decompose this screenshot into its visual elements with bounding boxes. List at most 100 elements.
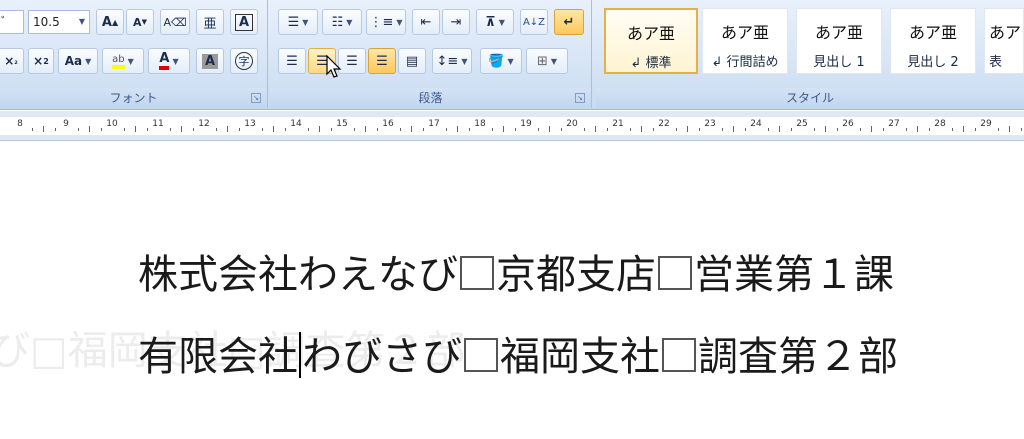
style-heading-2[interactable]: あア亜 見出し 2 [890, 8, 976, 74]
ruler-tick-label: 19 [520, 119, 532, 129]
ruler-tick-label: 16 [382, 119, 394, 129]
char-border-button[interactable]: A [230, 9, 258, 35]
ruler-tick [928, 128, 930, 131]
fullwidth-space-mark [662, 338, 696, 372]
char-border-icon: A [234, 13, 254, 31]
line1-branch: 京都支店 [496, 252, 656, 298]
ruler-tick [859, 128, 861, 131]
text-direction-button[interactable]: ⊼ ▼ [476, 9, 514, 35]
char-shading-button[interactable]: A [196, 48, 224, 74]
ruler-tick [399, 128, 401, 131]
ruler-tick [100, 128, 102, 131]
show-marks-button[interactable]: ↵ [554, 9, 584, 35]
eraser-icon: A⌫ [163, 15, 187, 29]
increase-indent-icon: ⇥ [450, 14, 462, 30]
numbering-icon: ☷ [331, 14, 344, 30]
paragraph-mark-icon: ↵ [563, 14, 575, 30]
font-group: ﾞ 10.5 ▼ A ▲ A ▼ A⌫ 亜 A × ₂ × 2 Aa ▼ ab ▼ A ▼ A… [0, 0, 268, 108]
ruler-tick [963, 126, 964, 132]
ruler-tick [882, 128, 884, 131]
styles-group-label: スタイル [596, 88, 1024, 108]
ruler-tick-label: 27 [888, 119, 900, 129]
font-color-button[interactable]: A ▼ [148, 48, 190, 74]
ruler-tick-label: 17 [428, 119, 440, 129]
ruler-tick [779, 126, 780, 132]
ruler-tick [31, 128, 33, 131]
style-heading-1[interactable]: あア亜 見出し 1 [796, 8, 882, 74]
paragraph-group-label: 段落 [270, 88, 591, 108]
document-line-1[interactable]: 株式会社わえなび 京都支店 営業第１課 [138, 242, 894, 300]
align-left-button[interactable]: ☰ [278, 48, 306, 74]
ruler-tick-label: 10 [106, 119, 118, 129]
ruler-tick [871, 126, 872, 132]
font-dialog-launcher[interactable]: ↘ [251, 93, 261, 103]
decrease-indent-button[interactable]: ⇤ [412, 9, 440, 35]
style-no-spacing[interactable]: あア亜 ↲ 行間詰め [702, 8, 788, 74]
ruler-tick [917, 126, 918, 132]
style-name: 見出し 2 [907, 55, 959, 70]
style-title[interactable]: あア 表 [984, 8, 1024, 74]
justify-button[interactable]: ☰ [368, 48, 396, 74]
style-name: 見出し 1 [813, 55, 865, 70]
ruler-tick [905, 128, 907, 131]
clear-format-button[interactable]: A⌫ [160, 9, 190, 35]
asian-layout-icon: ⊼ [485, 14, 496, 30]
style-sample: あア亜 [720, 23, 769, 42]
superscript-button[interactable]: × 2 [28, 48, 54, 74]
ruler-tick-label: 13 [244, 119, 256, 129]
align-right-button[interactable]: ☰ [338, 48, 366, 74]
ruler-tick [261, 128, 263, 131]
distributed-button[interactable]: ▤ [398, 48, 426, 74]
ruler-tick [353, 128, 355, 131]
increase-indent-button[interactable]: ⇥ [442, 9, 470, 35]
line-spacing-button[interactable]: ↕≡ ▼ [432, 48, 472, 74]
font-size-value: 10.5 [33, 15, 60, 29]
borders-button[interactable]: ⊞ ▼ [526, 48, 568, 74]
ruler-tick [307, 128, 309, 131]
ruler-tick [89, 126, 90, 132]
line-spacing-icon: ↕≡ [436, 53, 459, 69]
change-case-button[interactable]: Aa ▼ [58, 48, 98, 74]
bullets-icon: ☰ [287, 14, 300, 30]
decrease-indent-icon: ⇤ [420, 14, 432, 30]
shrink-font-button[interactable]: A ▼ [126, 9, 154, 35]
bullets-button[interactable]: ☰ ▼ [278, 9, 318, 35]
ruler-tick [284, 128, 286, 131]
enclose-char-button[interactable]: 字 [230, 48, 258, 74]
grow-font-button[interactable]: A ▲ [96, 9, 124, 35]
align-left-icon: ☰ [286, 53, 298, 69]
ruler-tick [560, 128, 562, 131]
sort-button[interactable]: A↓Z [520, 9, 548, 35]
ruler-tick-label: 20 [566, 119, 578, 129]
ruler-tick [698, 128, 700, 131]
ruler-tick-label: 9 [63, 119, 69, 129]
ruler-tick [43, 126, 44, 132]
ruler-tick [135, 126, 136, 132]
ruler-tick [836, 128, 838, 131]
highlight-button[interactable]: ab ▼ [102, 48, 144, 74]
ruler-tick [422, 128, 424, 131]
font-size-combo[interactable]: 10.5 ▼ [28, 10, 90, 34]
horizontal-ruler[interactable]: 8 9 10 11 12 13 14 15 16 17 18 19 20 21 22 23 24 25 26 27 28… [0, 111, 1024, 141]
ruler-tick [514, 128, 516, 131]
ruler-tick-label: 15 [336, 119, 348, 129]
ruler-tick [583, 128, 585, 131]
font-name-combo[interactable]: ﾞ [0, 10, 24, 34]
ruler-tick [974, 128, 976, 131]
paint-bucket-icon: 🪣 [488, 53, 505, 69]
phonetic-guide-button[interactable]: 亜 [196, 9, 224, 35]
ribbon: ﾞ 10.5 ▼ A ▲ A ▼ A⌫ 亜 A × ₂ × 2 Aa ▼ ab ▼ A ▼ A… [0, 0, 1024, 110]
subscript-button[interactable]: × ₂ [0, 48, 24, 74]
numbering-button[interactable]: ☷ ▼ [322, 9, 362, 35]
ruler-tick [146, 128, 148, 131]
document-line-2[interactable]: 有限会社 わびさび 福岡支社 調査第２部 [138, 324, 898, 382]
style-normal[interactable]: あア亜 ↲ 標準 [604, 8, 698, 74]
ruler-tick [181, 126, 182, 132]
document-page[interactable]: び□福岡支社□調査第２部 株式会社わえなび 京都支店 営業第１課 有限会社 わびさび福… [0, 142, 1024, 439]
multilevel-list-button[interactable]: ⋮≡ ▼ [366, 9, 406, 35]
shading-button[interactable]: 🪣 ▼ [480, 48, 522, 74]
ruler-tick [238, 128, 240, 131]
ruler-tick-label: 21 [612, 119, 624, 129]
paragraph-dialog-launcher[interactable]: ↘ [575, 93, 585, 103]
ruler-tick [365, 126, 366, 132]
